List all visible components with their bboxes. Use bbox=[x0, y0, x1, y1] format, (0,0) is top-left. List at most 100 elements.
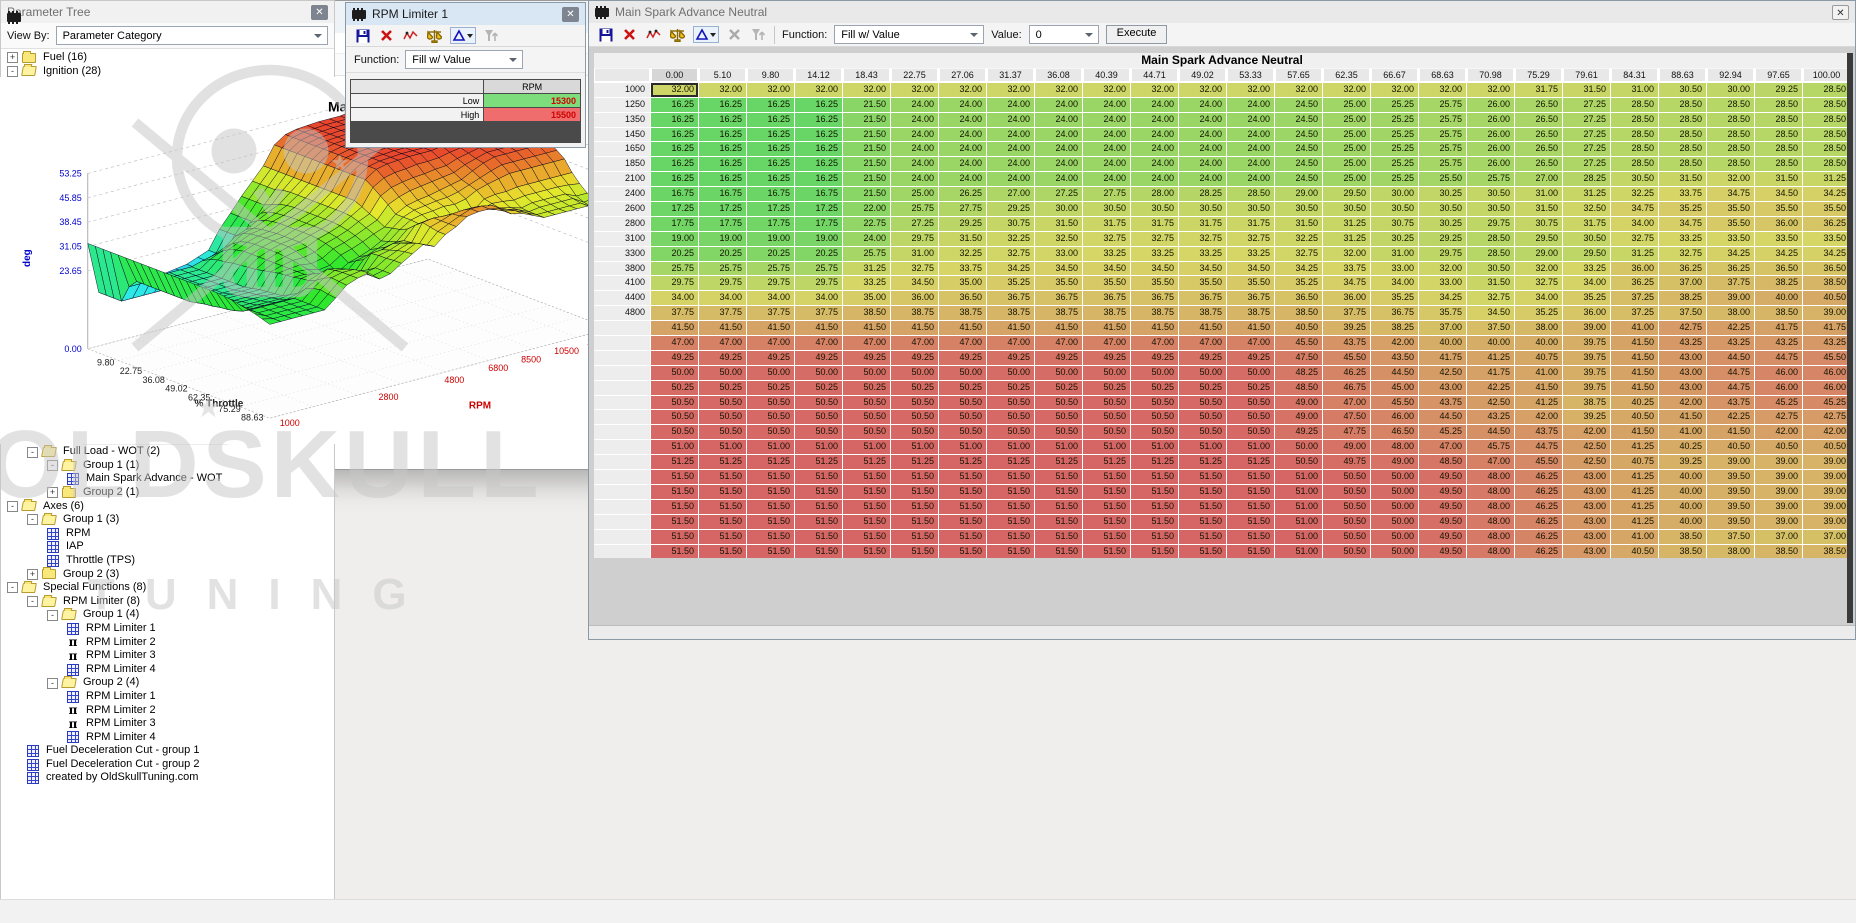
grid-cell[interactable]: 24.00 bbox=[1131, 98, 1178, 112]
grid-cell[interactable]: 24.50 bbox=[1275, 113, 1322, 127]
grid-cell[interactable]: 51.50 bbox=[795, 545, 842, 559]
grid-cell[interactable]: 50.50 bbox=[843, 410, 890, 424]
grid-cell[interactable]: 40.25 bbox=[1611, 396, 1658, 410]
grid-cell[interactable]: 37.50 bbox=[1659, 306, 1706, 320]
spark-table-titlebar[interactable]: Main Spark Advance Neutral ✕ bbox=[589, 1, 1855, 23]
grid-cell[interactable]: 28.25 bbox=[1563, 172, 1610, 186]
grid-cell[interactable]: 51.00 bbox=[1275, 515, 1322, 529]
grid-cell[interactable]: 38.75 bbox=[1179, 306, 1226, 320]
grid-cell[interactable]: 28.50 bbox=[1611, 98, 1658, 112]
grid-cell[interactable]: 30.50 bbox=[1563, 232, 1610, 246]
filter-disabled-icon[interactable] bbox=[483, 27, 500, 44]
grid-cell[interactable]: 51.50 bbox=[1083, 545, 1130, 559]
grid-cell[interactable]: 51.50 bbox=[651, 500, 698, 514]
grid-cell[interactable]: 43.25 bbox=[1803, 336, 1850, 350]
grid-cell[interactable]: 24.00 bbox=[1227, 98, 1274, 112]
tree-item-fuel-deceleration-cut-group-2[interactable]: Fuel Deceleration Cut - group 2 bbox=[1, 758, 334, 772]
grid-cell[interactable]: 47.50 bbox=[1275, 351, 1322, 365]
grid-cell[interactable]: 34.00 bbox=[1563, 276, 1610, 290]
tree-item-rpm-limiter-2[interactable]: πRPM Limiter 2 bbox=[1, 704, 334, 718]
grid-cell[interactable]: 24.50 bbox=[1275, 172, 1322, 186]
grid-cell[interactable]: 50.00 bbox=[1371, 485, 1418, 499]
grid-cell[interactable]: 38.50 bbox=[1803, 276, 1850, 290]
grid-cell[interactable]: 51.50 bbox=[1131, 470, 1178, 484]
grid-cell[interactable]: 32.75 bbox=[1659, 247, 1706, 261]
grid-cell[interactable]: 49.00 bbox=[1275, 396, 1322, 410]
grid-cell[interactable]: 50.00 bbox=[1035, 366, 1082, 380]
grid-cell[interactable]: 25.00 bbox=[1323, 157, 1370, 171]
grid-cell[interactable]: 38.75 bbox=[1035, 306, 1082, 320]
grid-cell[interactable]: 28.50 bbox=[1803, 98, 1850, 112]
grid-cell[interactable]: 24.00 bbox=[1179, 157, 1226, 171]
grid-cell[interactable]: 49.25 bbox=[1179, 351, 1226, 365]
grid-cell[interactable]: 24.00 bbox=[939, 113, 986, 127]
tree-item-group-2-4-[interactable]: -Group 2 (4) bbox=[1, 676, 334, 690]
row-header-hidden[interactable] bbox=[594, 470, 650, 484]
grid-cell[interactable]: 35.50 bbox=[1755, 202, 1802, 216]
grid-cell[interactable]: 36.50 bbox=[939, 291, 986, 305]
grid-cell[interactable]: 36.00 bbox=[891, 291, 938, 305]
grid-cell[interactable]: 43.75 bbox=[1707, 396, 1754, 410]
grid-cell[interactable]: 37.75 bbox=[747, 306, 794, 320]
grid-cell[interactable]: 36.75 bbox=[1179, 291, 1226, 305]
grid-cell[interactable]: 19.00 bbox=[699, 232, 746, 246]
grid-cell[interactable]: 32.75 bbox=[1131, 232, 1178, 246]
tree-item-group-2-3-[interactable]: +Group 2 (3) bbox=[1, 568, 334, 582]
grid-cell[interactable]: 31.50 bbox=[1035, 217, 1082, 231]
grid-cell[interactable]: 37.75 bbox=[795, 306, 842, 320]
grid-cell[interactable]: 25.75 bbox=[1419, 157, 1466, 171]
grid-cell[interactable]: 28.50 bbox=[1803, 157, 1850, 171]
grid-cell[interactable]: 28.00 bbox=[1131, 187, 1178, 201]
grid-cell[interactable]: 45.25 bbox=[1803, 396, 1850, 410]
grid-cell[interactable]: 49.00 bbox=[1275, 410, 1322, 424]
grid-cell[interactable]: 24.00 bbox=[1083, 142, 1130, 156]
grid-cell[interactable]: 51.50 bbox=[699, 515, 746, 529]
grid-cell[interactable]: 37.00 bbox=[1659, 276, 1706, 290]
grid-cell[interactable]: 30.00 bbox=[1707, 83, 1754, 97]
tree-item-rpm-limiter-1[interactable]: RPM Limiter 1 bbox=[1, 690, 334, 704]
grid-cell[interactable]: 42.00 bbox=[1563, 425, 1610, 439]
collapse-icon[interactable]: - bbox=[47, 610, 58, 621]
col-header-9.80[interactable]: 9.80 bbox=[747, 68, 794, 82]
filter-disabled-icon[interactable] bbox=[750, 26, 767, 43]
grid-cell[interactable]: 28.50 bbox=[1707, 113, 1754, 127]
grid-cell[interactable]: 33.25 bbox=[1179, 247, 1226, 261]
grid-cell[interactable]: 22.75 bbox=[843, 217, 890, 231]
grid-cell[interactable]: 51.00 bbox=[1275, 485, 1322, 499]
grid-cell[interactable]: 26.00 bbox=[1467, 98, 1514, 112]
grid-cell[interactable]: 24.00 bbox=[843, 232, 890, 246]
row-header-hidden[interactable] bbox=[594, 321, 650, 335]
grid-cell[interactable]: 28.50 bbox=[1611, 113, 1658, 127]
grid-cell[interactable]: 27.00 bbox=[987, 187, 1034, 201]
grid-cell[interactable]: 46.00 bbox=[1803, 381, 1850, 395]
grid-cell[interactable]: 32.00 bbox=[1275, 83, 1322, 97]
grid-cell[interactable]: 51.50 bbox=[1227, 470, 1274, 484]
grid-cell[interactable]: 36.75 bbox=[1035, 291, 1082, 305]
grid-cell[interactable]: 24.00 bbox=[1083, 113, 1130, 127]
grid-cell[interactable]: 42.75 bbox=[1755, 410, 1802, 424]
grid-cell[interactable]: 49.50 bbox=[1419, 470, 1466, 484]
grid-cell[interactable]: 50.50 bbox=[795, 425, 842, 439]
grid-cell[interactable]: 31.00 bbox=[1611, 83, 1658, 97]
grid-cell[interactable]: 25.50 bbox=[1419, 172, 1466, 186]
grid-cell[interactable]: 41.50 bbox=[1515, 381, 1562, 395]
grid-cell[interactable]: 43.00 bbox=[1659, 381, 1706, 395]
grid-cell[interactable]: 51.00 bbox=[1083, 440, 1130, 454]
grid-cell[interactable]: 48.00 bbox=[1467, 485, 1514, 499]
grid-cell[interactable]: 50.50 bbox=[1035, 425, 1082, 439]
grid-cell[interactable]: 24.00 bbox=[1179, 142, 1226, 156]
grid-cell[interactable]: 32.25 bbox=[1611, 187, 1658, 201]
grid-cell[interactable]: 27.25 bbox=[1563, 113, 1610, 127]
grid-cell[interactable]: 20.25 bbox=[699, 247, 746, 261]
grid-cell[interactable]: 46.00 bbox=[1803, 366, 1850, 380]
grid-cell[interactable]: 51.50 bbox=[699, 500, 746, 514]
grid-cell[interactable]: 51.25 bbox=[1131, 455, 1178, 469]
grid-cell[interactable]: 51.50 bbox=[939, 485, 986, 499]
tree-item-full-load-wot-2-[interactable]: -Full Load - WOT (2) bbox=[1, 445, 334, 459]
grid-cell[interactable]: 24.00 bbox=[1227, 142, 1274, 156]
grid-cell[interactable]: 49.50 bbox=[1419, 485, 1466, 499]
grid-cell[interactable]: 29.00 bbox=[1275, 187, 1322, 201]
grid-cell[interactable]: 16.25 bbox=[699, 113, 746, 127]
grid-cell[interactable]: 30.50 bbox=[1131, 202, 1178, 216]
grid-cell[interactable]: 47.00 bbox=[1323, 396, 1370, 410]
